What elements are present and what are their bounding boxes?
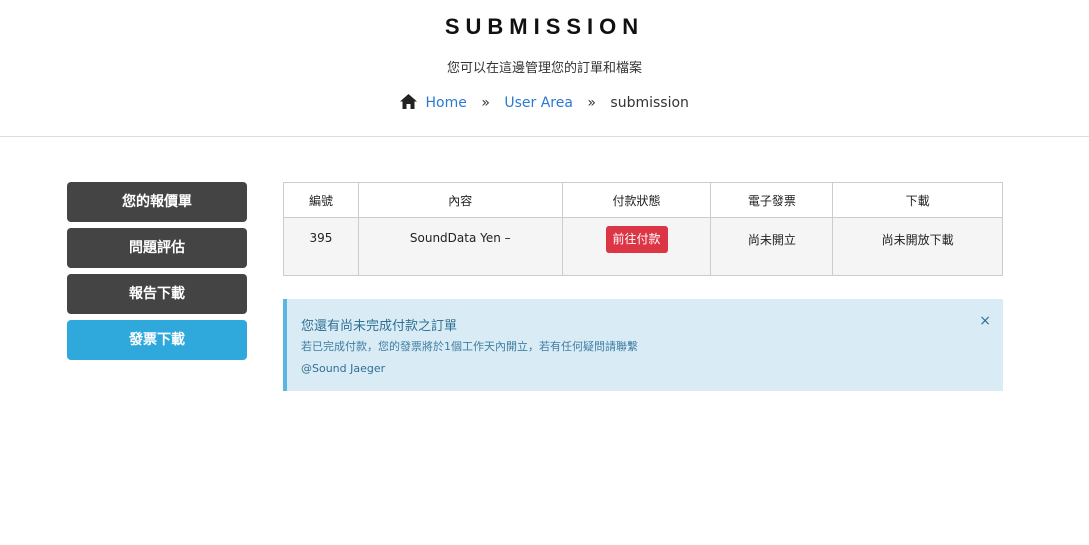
sidebar: 您的報價單 問題評估 報告下載 發票下載 xyxy=(67,182,247,366)
breadcrumb-separator: » xyxy=(481,95,490,111)
sidebar-item-assessment[interactable]: 問題評估 xyxy=(67,228,247,268)
breadcrumb: Home » User Area » submission xyxy=(0,94,1089,113)
breadcrumb-current: submission xyxy=(610,95,689,111)
unpaid-order-alert: 您還有尚未完成付款之訂單 若已完成付款，您的發票將於1個工作天內開立，若有任何疑… xyxy=(283,299,1003,391)
alert-signature: @Sound Jaeger xyxy=(301,362,386,375)
sidebar-item-invoice-download[interactable]: 發票下載 xyxy=(67,320,247,360)
table-header-row: 編號 內容 付款狀態 電子發票 下載 xyxy=(283,182,1003,218)
breadcrumb-user-area-link[interactable]: User Area xyxy=(504,95,573,111)
order-id-cell: 395 xyxy=(283,217,359,276)
column-header-id: 編號 xyxy=(283,182,359,218)
orders-table: 編號 內容 付款狀態 電子發票 下載 395 SoundData Yen – 前… xyxy=(283,182,1003,276)
alert-body: 若已完成付款，您的發票將於1個工作天內開立，若有任何疑問請聯繫 xyxy=(301,340,638,353)
payment-status-cell: 前往付款 xyxy=(561,217,712,276)
breadcrumb-home-link[interactable]: Home xyxy=(426,95,467,111)
breadcrumb-separator: » xyxy=(587,95,596,111)
page-header: SUBMISSION 您可以在這邊管理您的訂單和檔案 Home » User A… xyxy=(0,0,1089,137)
sidebar-item-report-download[interactable]: 報告下載 xyxy=(67,274,247,314)
column-header-payment-status: 付款狀態 xyxy=(561,182,712,218)
column-header-invoice: 電子發票 xyxy=(710,182,834,218)
close-icon[interactable]: × xyxy=(979,313,991,329)
invoice-status-cell: 尚未開立 xyxy=(710,217,834,276)
order-content-cell: SoundData Yen – xyxy=(357,217,563,276)
column-header-download: 下載 xyxy=(832,182,1003,218)
sidebar-item-quotes[interactable]: 您的報價單 xyxy=(67,182,247,222)
page-subtitle: 您可以在這邊管理您的訂單和檔案 xyxy=(446,61,642,76)
download-status-cell: 尚未開放下載 xyxy=(832,217,1003,276)
page-title: SUBMISSION xyxy=(444,14,645,39)
column-header-content: 內容 xyxy=(357,182,563,218)
table-row: 395 SoundData Yen – 前往付款 尚未開立 尚未開放下載 xyxy=(283,217,1003,276)
go-to-payment-button[interactable]: 前往付款 xyxy=(605,226,668,253)
home-icon[interactable] xyxy=(400,94,418,113)
alert-title: 您還有尚未完成付款之訂單 xyxy=(301,319,458,334)
